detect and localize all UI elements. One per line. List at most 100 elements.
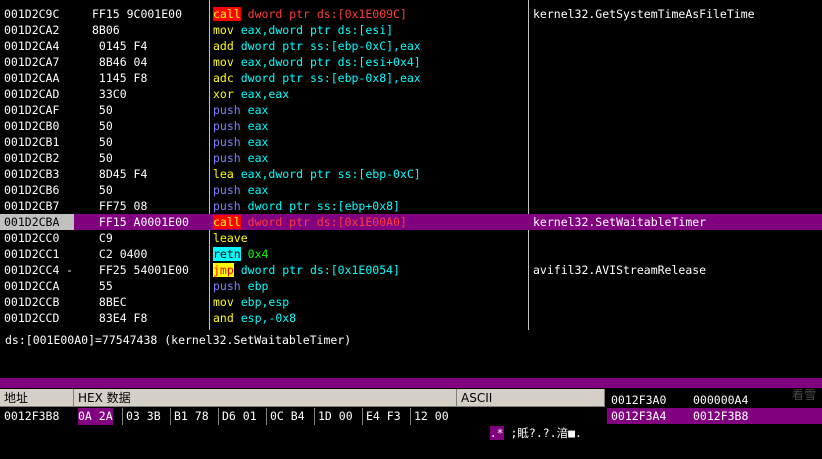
disasm-row[interactable]: 001D2CC4- FF25 54001E00 jmp dword ptr ds:… [0,262,822,278]
disasm-address[interactable]: 001D2CBA [0,214,74,230]
disasm-row[interactable]: 001D2CC0 C9 leave [0,230,822,246]
disasm-instruction[interactable]: adc dword ptr ss:[ebp-0x8],eax [213,70,525,86]
disasm-hex-bytes[interactable]: 8D45 F4 [92,166,208,182]
disasm-instruction[interactable]: push ebp [213,278,525,294]
disasm-address[interactable]: 001D2CCA [0,278,74,294]
disasm-address[interactable]: 001D2CB0 [0,118,74,134]
disasm-row[interactable]: 001D2CAD 33C0 xor eax,eax [0,86,822,102]
disasm-comment[interactable] [533,294,821,310]
dump-byte-pair[interactable]: D6 01 [222,408,257,425]
dump-row-hex[interactable]: 0A 2A 03 3B B1 78 D6 01 0C B4 1D 00 E4 F3 12 00 [74,408,457,425]
disasm-hex-bytes[interactable]: C9 [92,230,208,246]
disasm-address[interactable]: 001D2CB1 [0,134,74,150]
memory-dump-pane[interactable]: 地址 HEX 数据 ASCII 0012F3B8 0A 2A 03 3B B1 78… [0,389,605,440]
disasm-row[interactable]: 001D2CA7 8B46 04 mov eax,dword ptr ds:[es… [0,54,822,70]
disasm-instruction[interactable]: retn 0x4 [213,246,525,262]
dump-byte-pair[interactable]: 03 3B [126,408,161,425]
disasm-instruction[interactable]: push eax [213,102,525,118]
disasm-comment[interactable] [533,166,821,182]
disasm-address[interactable]: 001D2CCB [0,294,74,310]
disasm-hex-bytes[interactable]: 33C0 [92,86,208,102]
disasm-address[interactable]: 001D2CA7 [0,54,74,70]
stack-value[interactable]: 0012F3B8 [693,408,748,424]
disasm-instruction[interactable]: push dword ptr ss:[ebp+0x8] [213,198,525,214]
disasm-hex-bytes[interactable]: FF15 A0001E00 [92,214,208,230]
disasm-instruction[interactable]: mov eax,dword ptr ds:[esi] [213,22,525,38]
disasm-hex-bytes[interactable]: FF75 08 [92,198,208,214]
disasm-address[interactable]: 001D2CC1 [0,246,74,262]
disasm-comment[interactable] [533,118,821,134]
dump-row-address[interactable]: 0012F3B8 [4,408,59,425]
disassembly-pane[interactable]: 001D2C9C FF15 9C001E00 call dword ptr ds:[… [0,0,822,330]
disasm-instruction[interactable]: mov eax,dword ptr ds:[esi+0x4] [213,54,525,70]
disasm-hex-bytes[interactable]: 1145 F8 [92,70,208,86]
disasm-hex-bytes[interactable]: 8B46 04 [92,54,208,70]
disasm-address[interactable]: 001D2CA4 [0,38,74,54]
dump-header-address[interactable]: 地址 [0,389,74,407]
disasm-row[interactable]: 001D2CAF 50 push eax [0,102,822,118]
disasm-address[interactable]: 001D2CB7 [0,198,74,214]
disasm-hex-bytes[interactable]: 0145 F4 [92,38,208,54]
disasm-comment[interactable]: kernel32.SetWaitableTimer [533,214,821,230]
dump-header-hex[interactable]: HEX 数据 [74,389,457,407]
disasm-row[interactable]: 001D2CB3 8D45 F4 lea eax,dword ptr ss:[eb… [0,166,822,182]
disasm-comment[interactable]: avifil32.AVIStreamRelease [533,262,821,278]
disasm-hex-bytes[interactable]: 50 [92,182,208,198]
disasm-hex-bytes[interactable]: 8B06 [92,22,208,38]
disasm-instruction[interactable]: xor eax,eax [213,86,525,102]
disasm-instruction[interactable]: and esp,-0x8 [213,310,525,326]
stack-row[interactable]: 0012F3A4 0012F3B8 [607,408,822,424]
disasm-comment[interactable] [533,86,821,102]
disasm-hex-bytes[interactable]: 8BEC [92,294,208,310]
disasm-address[interactable]: 001D2CC4 [0,262,74,278]
disasm-comment[interactable] [533,70,821,86]
disasm-address[interactable]: 001D2CA2 [0,22,74,38]
disasm-hex-bytes[interactable]: 83E4 F8 [92,310,208,326]
disasm-row[interactable]: 001D2CCB 8BEC mov ebp,esp [0,294,822,310]
stack-value[interactable]: 000000A4 [693,392,748,408]
dump-byte-pair[interactable]: 1D 00 [318,408,353,425]
stack-pane[interactable]: 0012F3A0 000000A4 0012F3A4 0012F3B8 [607,389,822,426]
dump-byte-pair[interactable]: B1 78 [174,408,209,425]
disasm-row[interactable]: 001D2CB6 50 push eax [0,182,822,198]
disasm-instruction[interactable]: call dword ptr ds:[0x1E00A0] [213,214,525,230]
disasm-comment[interactable] [533,150,821,166]
disasm-address[interactable]: 001D2CB3 [0,166,74,182]
disasm-instruction[interactable]: lea eax,dword ptr ss:[ebp-0xC] [213,166,525,182]
disasm-hex-bytes[interactable]: 50 [92,118,208,134]
disasm-address[interactable]: 001D2CC0 [0,230,74,246]
disasm-instruction[interactable]: push eax [213,182,525,198]
disasm-address[interactable]: 001D2CAA [0,70,74,86]
disasm-row[interactable]: 001D2CBA FF15 A0001E00 call dword ptr ds:… [0,214,822,230]
disasm-hex-bytes[interactable]: FF15 9C001E00 [92,6,208,22]
disasm-instruction[interactable]: push eax [213,118,525,134]
disasm-comment[interactable] [533,278,821,294]
disasm-comment[interactable]: kernel32.GetSystemTimeAsFileTime [533,6,821,22]
disasm-comment[interactable] [533,38,821,54]
disasm-instruction[interactable]: mov ebp,esp [213,294,525,310]
disasm-address[interactable]: 001D2CAD [0,86,74,102]
disasm-comment[interactable] [533,182,821,198]
disasm-instruction[interactable]: push eax [213,134,525,150]
disasm-comment[interactable] [533,54,821,70]
disasm-comment[interactable] [533,198,821,214]
disasm-row[interactable]: 001D2CA4 0145 F4 add dword ptr ss:[ebp-0x… [0,38,822,54]
disasm-row[interactable]: 001D2CB1 50 push eax [0,134,822,150]
dump-header-ascii[interactable]: ASCII [457,389,605,407]
dump-byte-pair[interactable]: 0A 2A [78,408,113,425]
stack-address[interactable]: 0012F3A4 [611,408,666,424]
disasm-comment[interactable] [533,22,821,38]
disasm-row[interactable]: 001D2CCD 83E4 F8 and esp,-0x8 [0,310,822,326]
disasm-row[interactable]: 001D2CB7 FF75 08 push dword ptr ss:[ebp+0… [0,198,822,214]
disasm-hex-bytes[interactable]: 50 [92,102,208,118]
disasm-instruction[interactable]: push eax [213,150,525,166]
disasm-hex-bytes[interactable]: FF25 54001E00 [92,262,208,278]
disasm-comment[interactable] [533,134,821,150]
disasm-instruction[interactable]: add dword ptr ss:[ebp-0xC],eax [213,38,525,54]
disasm-hex-bytes[interactable]: 50 [92,150,208,166]
disasm-address[interactable]: 001D2C9C [0,6,74,22]
disasm-row[interactable]: 001D2CB2 50 push eax [0,150,822,166]
disasm-row[interactable]: 001D2CA2 8B06 mov eax,dword ptr ds:[esi] [0,22,822,38]
stack-row[interactable]: 0012F3A0 000000A4 [607,392,822,408]
dump-byte-pair[interactable]: 0C B4 [270,408,305,425]
